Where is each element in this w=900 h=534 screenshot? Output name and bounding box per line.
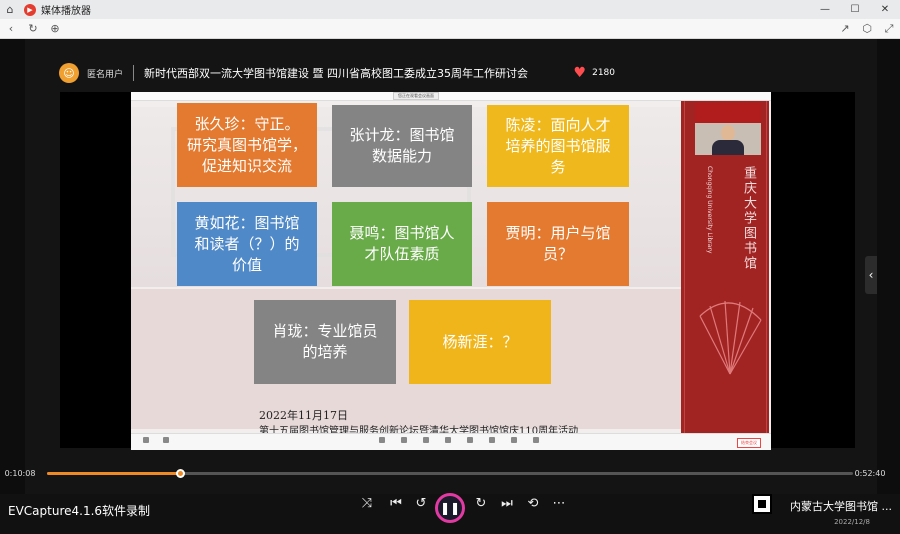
previous-icon[interactable]: ⏮ [385, 496, 407, 511]
library-banner: 重庆大学图书馆 Chongqing University Library [681, 101, 769, 433]
user-name: 匿名用户 [87, 69, 124, 80]
card-jia-ming: 贾明：用户与馆 员？ [487, 202, 629, 286]
pause-button[interactable]: ❚❚ [435, 493, 465, 523]
player-area: ☺ 匿名用户 新时代西部双一流大学图书馆建设 暨 四川省高校图工委成立35周年工… [25, 39, 877, 534]
card-chen-ling: 陈凌：面向人才 培养的图书馆服 务 [487, 105, 629, 187]
library-name-cn: 重庆大学图书馆 [741, 166, 756, 271]
title-bar: ⌂ ▶ 媒体播放器 — ☐ ✕ [0, 0, 900, 19]
divider [133, 65, 135, 81]
tray-date: 2022/12/8 [834, 518, 870, 526]
share-screen-button[interactable] [371, 437, 393, 444]
background-band [131, 289, 681, 429]
user-avatar[interactable]: ☺ [59, 63, 79, 83]
likes[interactable]: ♥ 2180 [574, 65, 615, 81]
library-name-en: Chongqing University Library [706, 166, 713, 254]
meeting-topbar: 您正在观看会议画面 [131, 92, 771, 101]
forward-icon[interactable]: ↻ [470, 496, 492, 511]
seek-fill [47, 472, 180, 475]
meeting-toolbar: 结束会议 [131, 433, 771, 450]
cube-icon[interactable]: ⬡ [856, 22, 878, 36]
likes-count: 2180 [592, 68, 615, 78]
total-time: 0:52:40 [854, 468, 886, 478]
media-player-window: ⌂ ▶ 媒体播放器 — ☐ ✕ ‹ ↻ ⊕ ↗ ⬡ ⤢ ☺ 匿名用户 新时代西部… [0, 0, 900, 534]
shuffle-icon[interactable]: ⤨ [356, 496, 378, 511]
presenter-video[interactable] [695, 103, 761, 155]
settings-button[interactable] [525, 437, 547, 444]
seek-track[interactable] [47, 469, 853, 478]
back-icon[interactable]: ‹ [0, 22, 22, 35]
apps-button[interactable] [481, 437, 503, 444]
refresh-icon[interactable]: ↻ [22, 22, 44, 35]
end-meeting-button[interactable]: 结束会议 [737, 438, 761, 448]
rewind-icon[interactable]: ↺ [410, 496, 432, 511]
control-bar: EVCapture4.1.6软件录制 ⤨ ⏮ ↺ ❚❚ ↻ ⏭ ⟲ ⋯ 内蒙古大… [0, 493, 900, 534]
record-button[interactable] [459, 437, 481, 444]
card-yang-xinya: 杨新涯：？ [409, 300, 551, 384]
card-xiao-long: 肖珑：专业馆员 的培养 [254, 300, 396, 384]
close-button[interactable]: ✕ [870, 4, 900, 15]
breakout-button[interactable] [503, 437, 525, 444]
card-huang-ruhua: 黄如花：图书馆 和读者（？）的 价值 [177, 202, 317, 286]
video-button[interactable] [155, 437, 177, 444]
repeat-icon[interactable]: ⟲ [522, 496, 544, 511]
heart-icon[interactable]: ♥ [574, 65, 587, 81]
chevron-left-icon[interactable]: ‹ [865, 256, 877, 294]
shared-screen: 您正在观看会议画面 张久珍：守正。 研究真图书馆学， 促进知识交流 张计龙：图书… [131, 92, 771, 450]
qr-code-icon [752, 494, 772, 514]
slide-date: 2022年11月17日 [259, 409, 348, 422]
minimize-button[interactable]: — [810, 4, 840, 15]
chat-button[interactable] [415, 437, 437, 444]
progress-bar[interactable]: 0:10:08 0:52:40 [0, 464, 900, 482]
current-time: 0:10:08 [4, 468, 36, 478]
maximize-button[interactable]: ☐ [840, 4, 870, 15]
recording-watermark: EVCapture4.1.6软件录制 [8, 504, 151, 518]
stream-header: ☺ 匿名用户 新时代西部双一流大学图书馆建设 暨 四川省高校图工委成立35周年工… [25, 55, 877, 91]
stream-title: 新时代西部双一流大学图书馆建设 暨 四川省高校图工委成立35周年工作研讨会 [144, 67, 529, 80]
meeting-tag: 您正在观看会议画面 [393, 92, 439, 100]
card-zhang-jilong: 张计龙：图书馆 数据能力 [332, 105, 472, 187]
card-nie-ming: 聂鸣：图书馆人 才队伍素质 [332, 202, 472, 286]
nav-bar: ‹ ↻ ⊕ ↗ ⬡ ⤢ [0, 19, 900, 39]
members-button[interactable] [437, 437, 459, 444]
next-icon[interactable]: ⏭ [496, 496, 518, 511]
pin-icon[interactable]: ⤢ [878, 22, 900, 36]
globe-icon[interactable]: ⊕ [44, 22, 66, 35]
fan-decoration-icon [699, 300, 762, 375]
home-icon[interactable]: ⌂ [0, 3, 20, 16]
app-logo-icon: ▶ [24, 3, 36, 16]
card-zhang-jiuzhen: 张久珍：守正。 研究真图书馆学， 促进知识交流 [177, 103, 317, 187]
mute-button[interactable] [135, 437, 157, 444]
video-frame[interactable]: 您正在观看会议画面 张久珍：守正。 研究真图书馆学， 促进知识交流 张计龙：图书… [60, 92, 855, 450]
tray-text: 内蒙古大学图书馆 ... [790, 500, 892, 513]
seek-handle[interactable] [175, 469, 185, 478]
security-button[interactable] [393, 437, 415, 444]
more-icon[interactable]: ⋯ [548, 496, 570, 511]
window-title: 媒体播放器 [41, 6, 91, 17]
share-icon[interactable]: ↗ [834, 22, 856, 36]
